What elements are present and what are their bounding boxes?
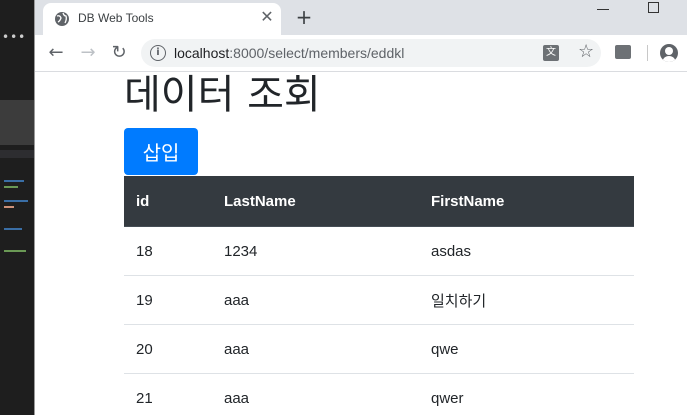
editor-line (4, 200, 28, 202)
bookmark-star-icon[interactable]: ☆ (578, 42, 594, 62)
toolbar-separator (647, 45, 648, 61)
back-arrow-icon[interactable]: ← (45, 42, 67, 64)
new-tab-icon[interactable]: + (293, 6, 315, 28)
editor-line (4, 228, 22, 230)
cell-lastname: aaa (212, 373, 419, 415)
editor-line (4, 206, 14, 208)
browser-tab[interactable]: DB Web Tools ✕ (43, 3, 281, 35)
members-table: id LastName FirstName 18 1234 asdas 19 a… (124, 176, 634, 415)
cell-id: 21 (124, 373, 212, 415)
cell-id: 19 (124, 275, 212, 325)
table-row[interactable]: 18 1234 asdas (124, 226, 634, 276)
cell-firstname: qwe (419, 324, 634, 374)
editor-panel (0, 150, 34, 158)
page-title: 데이터 조회 (124, 72, 321, 118)
globe-icon (55, 12, 69, 26)
page-content: 데이터 조회 삽입 id LastName FirstName 18 1234 … (35, 72, 687, 415)
more-dots-icon: ••• (2, 30, 27, 44)
column-header-id: id (124, 176, 212, 227)
extension-icon[interactable] (615, 45, 631, 59)
editor-line (4, 186, 18, 188)
column-header-firstname: FirstName (419, 176, 634, 227)
url-host: localhost (174, 45, 230, 61)
cell-id: 18 (124, 226, 212, 276)
site-info-icon[interactable]: i (150, 45, 166, 61)
table-row[interactable]: 20 aaa qwe (124, 324, 634, 374)
reload-icon[interactable]: ↻ (108, 42, 130, 64)
address-bar[interactable]: i localhost:8000/select/members/eddkl 文 … (141, 39, 601, 67)
cell-firstname: asdas (419, 226, 634, 276)
column-header-lastname: LastName (212, 176, 419, 227)
tab-title: DB Web Tools (78, 11, 154, 25)
browser-window: DB Web Tools ✕ + ← → ↻ i localhost:8000/… (34, 0, 687, 415)
insert-button[interactable]: 삽입 (124, 128, 198, 175)
cell-id: 20 (124, 324, 212, 374)
cell-lastname: aaa (212, 324, 419, 374)
editor-panel (0, 100, 34, 145)
maximize-icon[interactable] (648, 2, 659, 13)
url-text[interactable]: localhost:8000/select/members/eddkl (174, 45, 404, 61)
background-editor-window: ••• (0, 0, 34, 415)
cell-lastname: aaa (212, 275, 419, 325)
table-row[interactable]: 19 aaa 일치하기 (124, 275, 634, 325)
cell-firstname: 일치하기 (419, 275, 634, 325)
editor-line (4, 250, 26, 252)
table-header-row: id LastName FirstName (124, 176, 634, 227)
cell-lastname: 1234 (212, 226, 419, 276)
cell-firstname: qwer (419, 373, 634, 415)
browser-toolbar: ← → ↻ i localhost:8000/select/members/ed… (35, 35, 687, 72)
translate-icon[interactable]: 文 (543, 45, 559, 61)
profile-avatar-icon[interactable] (660, 44, 678, 62)
close-tab-icon[interactable]: ✕ (259, 9, 275, 25)
editor-line (4, 180, 24, 182)
url-path: :8000/select/members/eddkl (229, 45, 405, 61)
forward-arrow-icon[interactable]: → (77, 42, 99, 64)
minimize-icon[interactable] (597, 9, 609, 10)
tab-strip: DB Web Tools ✕ + (35, 0, 687, 35)
table-row[interactable]: 21 aaa qwer (124, 373, 634, 415)
